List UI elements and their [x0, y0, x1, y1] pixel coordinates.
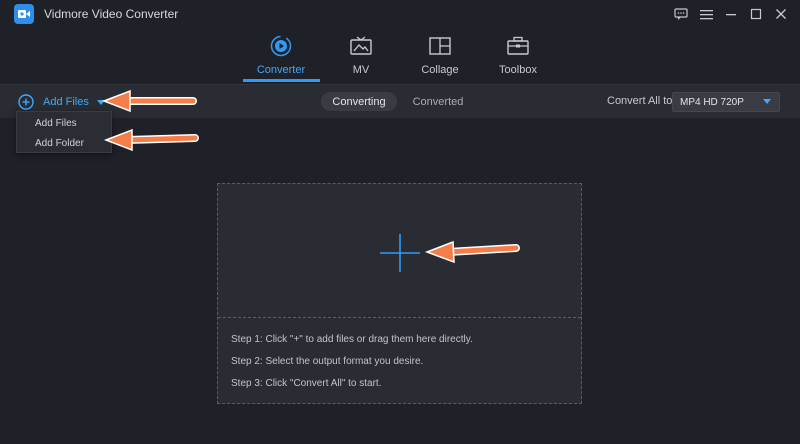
annotation-arrow-add-folder	[103, 128, 199, 152]
toolbox-icon	[506, 34, 530, 58]
chevron-down-icon[interactable]	[96, 99, 105, 105]
tab-converter-label: Converter	[256, 64, 306, 76]
toolbar: Add Files Converting Converted Convert A…	[0, 84, 800, 118]
tab-converted[interactable]: Converted	[407, 92, 469, 111]
convert-all-label: Convert All to:	[607, 95, 676, 107]
video-converter-logo-icon	[14, 4, 34, 24]
app-title: Vidmore Video Converter	[44, 7, 179, 21]
step-3-text: Step 3: Click "Convert All" to start.	[231, 378, 382, 389]
mv-icon	[349, 34, 373, 58]
add-files-label: Add Files	[43, 96, 89, 108]
collage-icon	[428, 34, 452, 58]
tab-toolbox[interactable]: Toolbox	[478, 34, 558, 82]
chevron-down-icon	[763, 99, 771, 104]
output-format-value: MP4 HD 720P	[680, 96, 744, 108]
add-file-plus-icon[interactable]	[380, 234, 420, 272]
tab-toolbox-label: Toolbox	[499, 64, 537, 76]
add-files-button[interactable]: Add Files	[18, 93, 105, 111]
step-2-text: Step 2: Select the output format you des…	[231, 356, 424, 367]
menu-item-add-files[interactable]: Add Files	[17, 113, 111, 133]
tab-converting[interactable]: Converting	[321, 92, 397, 111]
converter-icon	[269, 34, 293, 58]
app-window: Vidmore Video Converter Converter MV Col…	[0, 0, 800, 444]
tab-converter[interactable]: Converter	[241, 34, 321, 82]
add-circle-icon	[18, 94, 34, 110]
tab-collage-label: Collage	[421, 64, 459, 76]
menu-icon[interactable]	[697, 5, 715, 23]
menu-item-add-folder[interactable]: Add Folder	[17, 133, 111, 153]
minimize-icon[interactable]	[722, 5, 740, 23]
drop-zone[interactable]: Step 1: Click "+" to add files or drag t…	[217, 183, 582, 404]
tab-mv-label: MV	[352, 64, 370, 76]
maximize-icon[interactable]	[747, 5, 765, 23]
title-bar: Vidmore Video Converter	[0, 0, 800, 28]
output-format-select[interactable]: MP4 HD 720P	[672, 92, 780, 112]
add-files-dropdown: Add Files Add Folder	[16, 111, 112, 153]
drop-zone-divider	[218, 317, 581, 318]
close-icon[interactable]	[772, 5, 790, 23]
active-tab-indicator	[243, 79, 320, 82]
feedback-icon[interactable]	[672, 5, 690, 23]
tab-collage[interactable]: Collage	[400, 34, 480, 82]
step-1-text: Step 1: Click "+" to add files or drag t…	[231, 334, 473, 345]
tab-mv[interactable]: MV	[321, 34, 401, 82]
